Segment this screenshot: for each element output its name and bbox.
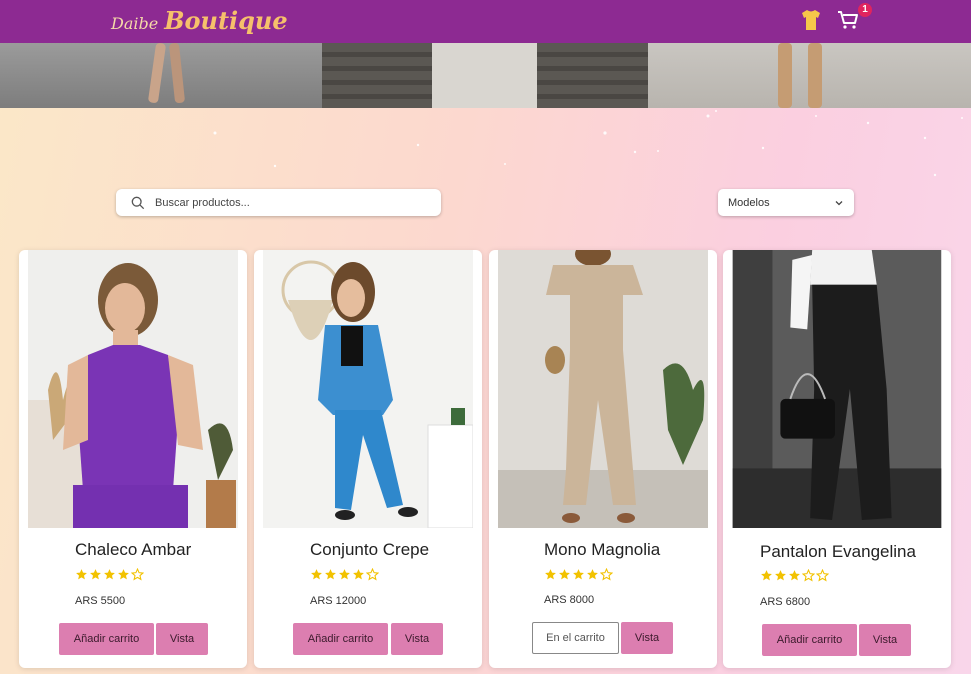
product-rating	[760, 569, 829, 582]
brand-small-text: Daibe	[111, 14, 159, 33]
view-button[interactable]: Vista	[621, 622, 673, 654]
product-name: Conjunto Crepe	[310, 540, 430, 559]
view-button[interactable]: Vista	[859, 624, 911, 656]
cart-icon[interactable]	[836, 8, 860, 32]
star-empty-icon	[600, 568, 613, 581]
product-name: Chaleco Ambar	[75, 540, 192, 559]
star-empty-icon	[131, 568, 144, 581]
models-select[interactable]: Modelos	[718, 189, 854, 216]
star-filled-icon	[789, 570, 800, 581]
search-bar	[116, 189, 441, 216]
view-button[interactable]: Vista	[391, 623, 443, 655]
product-rating	[75, 568, 144, 581]
chevron-down-icon	[835, 200, 843, 205]
star-filled-icon	[90, 569, 101, 580]
add-to-cart-button[interactable]: Añadir carrito	[762, 624, 857, 656]
view-button[interactable]: Vista	[156, 623, 208, 655]
star-empty-icon	[816, 569, 829, 582]
brand-big-text: Boutique	[164, 6, 288, 35]
star-filled-icon	[311, 569, 322, 580]
star-filled-icon	[118, 569, 129, 580]
product-image[interactable]	[498, 250, 708, 528]
product-price: ARS 5500	[75, 595, 126, 607]
product-rating	[544, 568, 613, 581]
star-empty-icon	[802, 569, 815, 582]
brand-logo[interactable]: Daibe Boutique	[111, 6, 288, 38]
product-image[interactable]	[28, 250, 238, 528]
product-card: Mono Magnolia ARS 8000 En el carrito Vis…	[489, 250, 717, 668]
star-filled-icon	[76, 569, 87, 580]
star-filled-icon	[573, 569, 584, 580]
banner-image-2	[322, 43, 648, 108]
product-card: Chaleco Ambar ARS 5500 Añadir carrito Vi…	[19, 250, 247, 668]
star-filled-icon	[545, 569, 556, 580]
hero-banner	[0, 43, 971, 108]
product-image[interactable]	[732, 250, 942, 528]
add-to-cart-button[interactable]: Añadir carrito	[59, 623, 154, 655]
cart-count-badge: 1	[858, 3, 872, 17]
star-filled-icon	[325, 569, 336, 580]
product-price: ARS 12000	[310, 595, 367, 607]
product-image[interactable]	[263, 250, 473, 528]
star-filled-icon	[559, 569, 570, 580]
navbar: Daibe Boutique 1	[0, 0, 971, 43]
product-card: Pantalon Evangelina ARS 6800 Añadir carr…	[723, 250, 951, 668]
product-rating	[310, 568, 379, 581]
product-price: ARS 6800	[760, 596, 811, 608]
star-filled-icon	[587, 569, 598, 580]
product-name: Pantalon Evangelina	[760, 542, 916, 561]
product-card: Conjunto Crepe ARS 12000 Añadir carrito …	[254, 250, 482, 668]
banner-image-3	[648, 43, 971, 108]
star-filled-icon	[353, 569, 364, 580]
banner-image-1	[0, 43, 322, 108]
search-icon	[131, 196, 145, 209]
models-select-value: Modelos	[728, 196, 770, 209]
product-price: ARS 8000	[544, 594, 595, 606]
sparkle-decoration	[213, 110, 963, 177]
star-filled-icon	[339, 569, 350, 580]
star-filled-icon	[775, 570, 786, 581]
tshirt-icon[interactable]	[799, 8, 823, 32]
star-filled-icon	[104, 569, 115, 580]
search-input[interactable]	[155, 196, 425, 209]
in-cart-button[interactable]: En el carrito	[532, 622, 619, 654]
star-filled-icon	[761, 570, 772, 581]
add-to-cart-button[interactable]: Añadir carrito	[293, 623, 388, 655]
product-name: Mono Magnolia	[544, 540, 661, 559]
star-empty-icon	[366, 568, 379, 581]
